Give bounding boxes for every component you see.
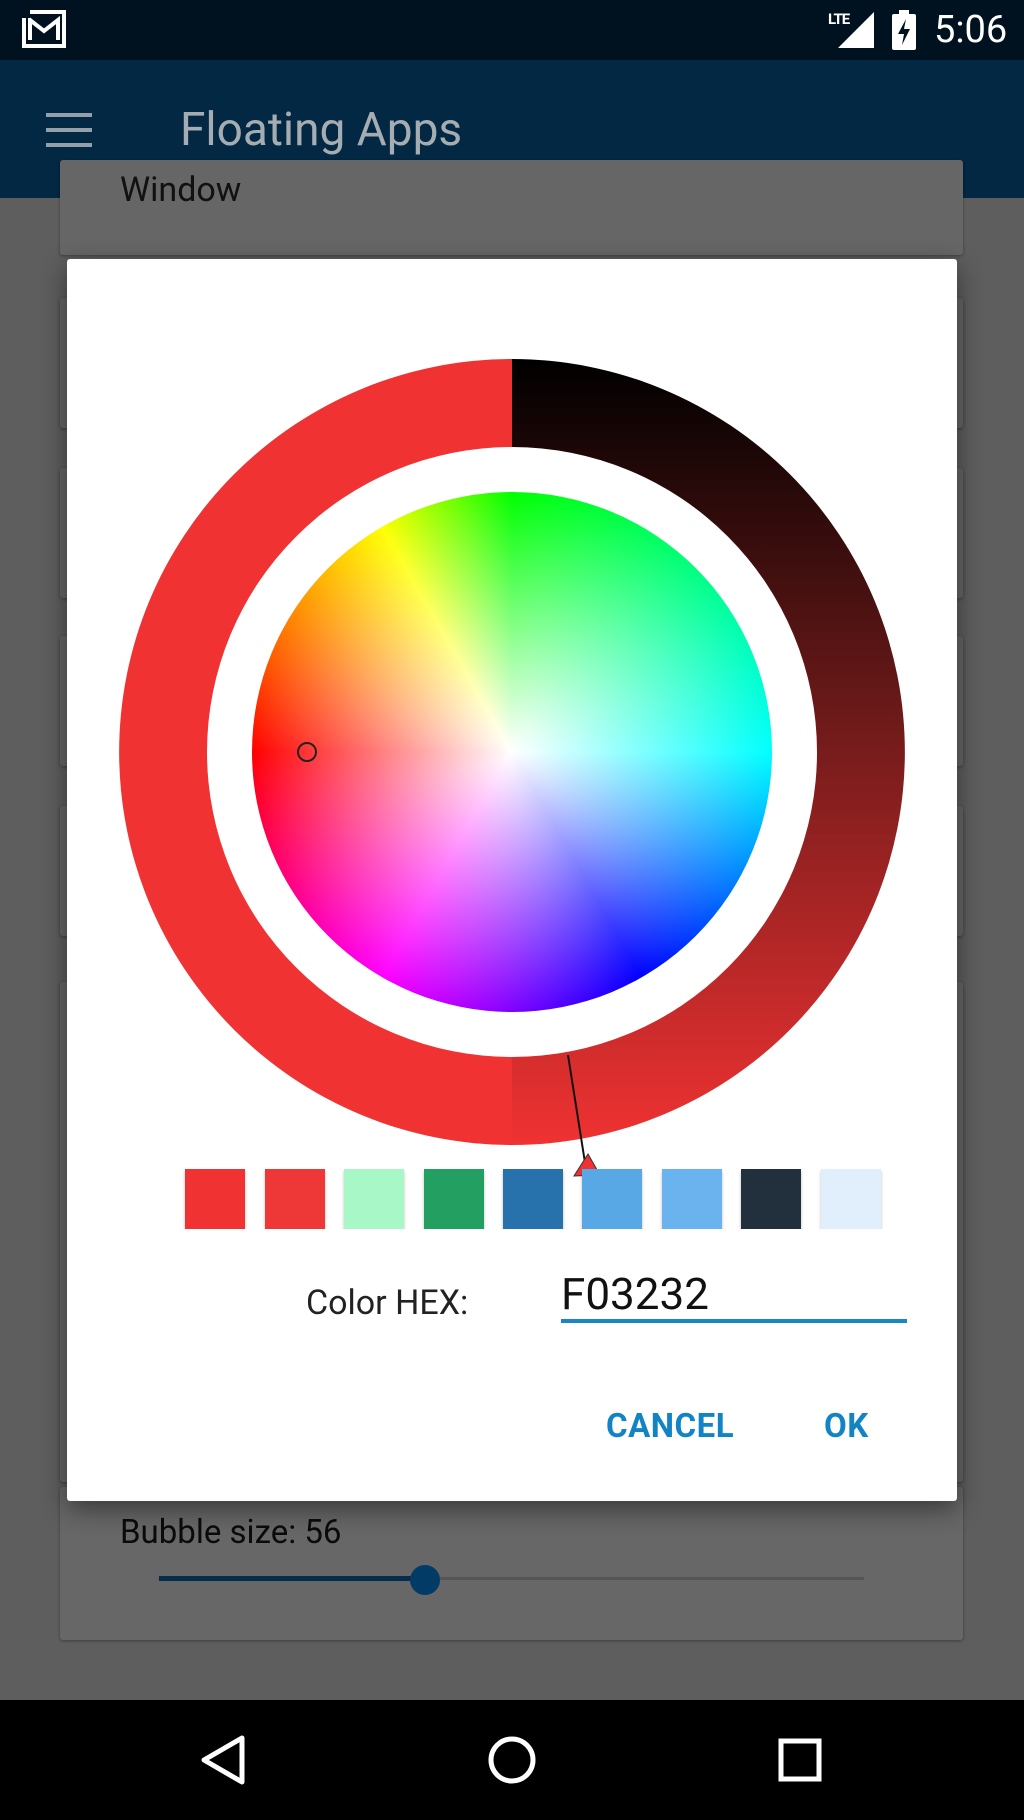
ok-button[interactable]: OK bbox=[824, 1407, 869, 1446]
status-time: 5:06 bbox=[934, 8, 1008, 52]
color-wheel-picker[interactable] bbox=[117, 309, 907, 1179]
color-swatch[interactable] bbox=[662, 1169, 722, 1229]
hue-saturation-wheel[interactable] bbox=[252, 492, 772, 1012]
bubble-size-slider-thumb[interactable] bbox=[410, 1565, 440, 1595]
swatch-row bbox=[167, 1169, 886, 1229]
color-swatch[interactable] bbox=[185, 1169, 245, 1229]
cancel-button[interactable]: CANCEL bbox=[606, 1407, 734, 1446]
color-picker-dialog: Color HEX: CANCEL OK bbox=[67, 259, 957, 1501]
bubble-size-card bbox=[60, 1487, 963, 1640]
color-swatch[interactable] bbox=[821, 1169, 881, 1229]
app-title: Floating Apps bbox=[180, 103, 463, 157]
navigation-bar bbox=[0, 1700, 1024, 1820]
gmail-icon bbox=[22, 10, 66, 48]
home-circle-icon[interactable] bbox=[472, 1722, 552, 1798]
bubble-size-slider-fill bbox=[159, 1576, 425, 1581]
hex-label: Color HEX: bbox=[306, 1283, 469, 1323]
hex-input[interactable] bbox=[561, 1269, 907, 1323]
recents-square-icon[interactable] bbox=[760, 1722, 840, 1798]
color-swatch[interactable] bbox=[344, 1169, 404, 1229]
status-bar: LTE 5:06 bbox=[0, 0, 1024, 60]
color-swatch[interactable] bbox=[741, 1169, 801, 1229]
color-swatch[interactable] bbox=[265, 1169, 325, 1229]
window-setting-label: Window bbox=[120, 170, 242, 210]
battery-charging-icon bbox=[892, 10, 916, 50]
signal-icon bbox=[838, 12, 874, 48]
color-swatch[interactable] bbox=[582, 1169, 642, 1229]
bubble-size-label: Bubble size: 56 bbox=[120, 1513, 342, 1552]
back-triangle-icon[interactable] bbox=[184, 1722, 264, 1798]
color-swatch[interactable] bbox=[424, 1169, 484, 1229]
hamburger-menu-icon[interactable] bbox=[46, 113, 92, 147]
color-swatch[interactable] bbox=[503, 1169, 563, 1229]
